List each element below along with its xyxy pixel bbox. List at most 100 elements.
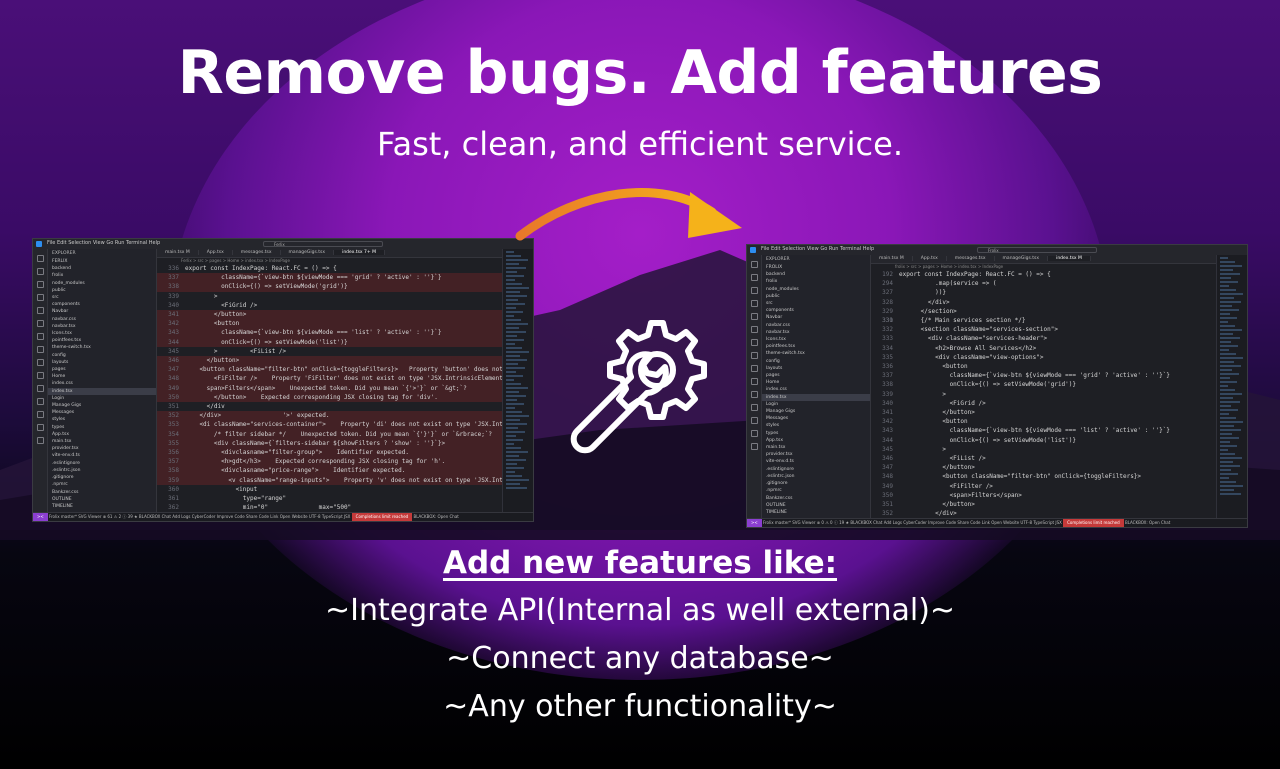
file-tree-item[interactable]: TIMELINE xyxy=(762,509,870,516)
command-search-box: Frolix xyxy=(977,247,1097,253)
file-tree-item[interactable]: styles xyxy=(48,416,156,423)
code-text: <FiFilter /> Property 'FiFilter' does no… xyxy=(185,375,514,383)
file-tree-item[interactable]: Messages xyxy=(48,409,156,416)
file-tree-item[interactable]: navbar.tsx xyxy=(762,329,870,336)
file-tree-item[interactable]: .gitignore xyxy=(762,480,870,487)
editor-tab[interactable]: App.tsx xyxy=(912,256,947,261)
file-tree-item[interactable]: Bankzer.css xyxy=(762,495,870,502)
file-tree-item[interactable]: components xyxy=(762,307,870,314)
file-tree-item[interactable]: types xyxy=(48,424,156,431)
code-text: </button> xyxy=(899,409,975,417)
file-tree-item[interactable]: pointfees.tsx xyxy=(762,343,870,350)
file-tree-item[interactable]: config xyxy=(48,352,156,359)
file-tree-item[interactable]: index.css xyxy=(762,386,870,393)
file-tree-item[interactable]: Bankzer.css xyxy=(48,489,156,496)
file-tree-item[interactable]: .npmrc xyxy=(48,481,156,488)
features-title: Add new features like: xyxy=(442,545,838,581)
file-tree-item[interactable]: navbar.tsx xyxy=(48,323,156,330)
file-tree-item[interactable]: .gitignore xyxy=(48,474,156,481)
file-tree-item[interactable]: backend xyxy=(762,271,870,278)
file-tree-item[interactable]: src xyxy=(48,294,156,301)
file-tree-item[interactable]: Manage Gigs xyxy=(48,402,156,409)
file-tree-item[interactable]: src xyxy=(762,300,870,307)
file-tree-item[interactable]: main.tsx xyxy=(48,438,156,445)
file-tree-item[interactable]: public xyxy=(762,293,870,300)
code-text: onClick={() => setViewMode('list')} xyxy=(185,338,348,346)
file-tree-item[interactable]: Navbar xyxy=(762,314,870,321)
file-tree-item[interactable]: OUTLINE xyxy=(762,502,870,509)
editor-tab[interactable]: index.tsx 7+ M xyxy=(334,250,385,255)
file-tree-item[interactable]: public xyxy=(48,287,156,294)
file-tree-item[interactable]: styles xyxy=(762,422,870,429)
code-text: /* filter sidebar */ Unexpected token. D… xyxy=(185,430,493,438)
code-text: <button xyxy=(185,320,240,328)
line-number: 338 xyxy=(168,283,179,291)
file-tree-item[interactable]: Login xyxy=(762,401,870,408)
code-line: 341 </button> xyxy=(157,310,503,320)
file-tree-item[interactable]: index.tsx xyxy=(48,387,156,395)
file-tree-item[interactable]: node_modules xyxy=(48,280,156,287)
code-line: 348 <FiFilter /> Property 'FiFilter' doe… xyxy=(157,374,514,384)
file-tree-item[interactable]: App.tsx xyxy=(48,431,156,438)
file-tree-item[interactable]: node_modules xyxy=(762,286,870,293)
file-tree-item[interactable]: .eslintignore xyxy=(762,466,870,473)
file-tree-item[interactable]: navbar.css xyxy=(762,322,870,329)
editor-tab[interactable]: main.tsx M xyxy=(157,250,199,255)
file-tree-item[interactable]: Icons.tsx xyxy=(48,330,156,337)
file-tree-item[interactable]: main.tsx xyxy=(762,444,870,451)
file-tree-item[interactable]: Messages xyxy=(762,415,870,422)
file-tree-item[interactable]: Home xyxy=(48,373,156,380)
file-tree-item[interactable]: types xyxy=(762,430,870,437)
line-number: 350 xyxy=(168,393,179,401)
file-tree-item[interactable]: layouts xyxy=(762,365,870,372)
file-tree-item[interactable]: config xyxy=(762,358,870,365)
file-tree-item[interactable]: pages xyxy=(762,372,870,379)
editor-tab[interactable]: messages.tsx xyxy=(946,256,995,261)
file-tree-item[interactable]: Manage Gigs xyxy=(762,408,870,415)
file-tree-item[interactable]: theme-switch.tsx xyxy=(48,344,156,351)
file-tree-item[interactable]: .npmrc xyxy=(762,487,870,494)
code-line: 332 <section className="services-section… xyxy=(871,325,1217,334)
code-text: </section> xyxy=(899,307,957,315)
file-tree-item[interactable]: TIMELINE xyxy=(48,503,156,510)
line-number: 339 xyxy=(882,390,893,398)
file-tree-item[interactable]: Login xyxy=(48,395,156,402)
file-tree-item[interactable]: FERLIX xyxy=(48,258,156,265)
editor-tab[interactable]: main.tsx M xyxy=(871,256,913,261)
editor-tab[interactable]: manageGigs.tsx xyxy=(280,250,335,255)
file-tree-item[interactable]: provider.tsx xyxy=(762,451,870,458)
editor-tab[interactable]: App.tsx xyxy=(198,250,233,255)
code-line: 337 className={`view-btn ${viewMode === … xyxy=(871,371,1217,380)
file-tree-item[interactable]: .eslintrc.json xyxy=(48,467,156,474)
code-text: > xyxy=(899,445,946,453)
file-tree-item[interactable]: theme-switch.tsx xyxy=(762,350,870,357)
code-text: className={`view-btn ${viewMode === 'gri… xyxy=(185,274,442,282)
editor-tab[interactable]: index.tsx M xyxy=(1048,256,1091,261)
file-tree-item[interactable]: vite-env.d.ts xyxy=(48,452,156,459)
file-tree-item[interactable]: App.tsx xyxy=(762,437,870,444)
file-tree-item[interactable]: frolix xyxy=(48,272,156,279)
file-tree-item[interactable]: Home xyxy=(762,379,870,386)
file-tree-item[interactable]: pages xyxy=(48,366,156,373)
menu-bar: File Edit Selection View Go Run Terminal… xyxy=(47,240,161,246)
file-tree-item[interactable]: provider.tsx xyxy=(48,445,156,452)
file-tree-item[interactable]: Navbar xyxy=(48,308,156,315)
file-tree-item[interactable]: FROLIX xyxy=(762,264,870,271)
file-tree-item[interactable]: .eslintrc.json xyxy=(762,473,870,480)
file-tree-item[interactable]: .eslintignore xyxy=(48,460,156,467)
file-tree-item[interactable]: layouts xyxy=(48,359,156,366)
file-tree-item[interactable]: backend xyxy=(48,265,156,272)
file-tree-item[interactable]: vite-env.d.ts xyxy=(762,458,870,465)
file-tree-item[interactable]: frolix xyxy=(762,278,870,285)
file-tree-item[interactable]: navbar.css xyxy=(48,316,156,323)
editor-tab[interactable]: messages.tsx xyxy=(232,250,281,255)
file-tree-item[interactable]: index.css xyxy=(48,380,156,387)
file-tree: FROLIX backend frolix node_modules public src… xyxy=(762,264,870,516)
editor-tab[interactable]: manageGigs.tsx xyxy=(994,256,1049,261)
file-tree-item[interactable]: components xyxy=(48,301,156,308)
file-tree-item[interactable]: index.tsx xyxy=(762,393,870,401)
file-tree-item[interactable]: OUTLINE xyxy=(48,496,156,503)
file-tree-item[interactable]: pointfees.tsx xyxy=(48,337,156,344)
file-tree-item[interactable]: Icons.tsx xyxy=(762,336,870,343)
code-line: 351 </button> xyxy=(871,500,1217,509)
